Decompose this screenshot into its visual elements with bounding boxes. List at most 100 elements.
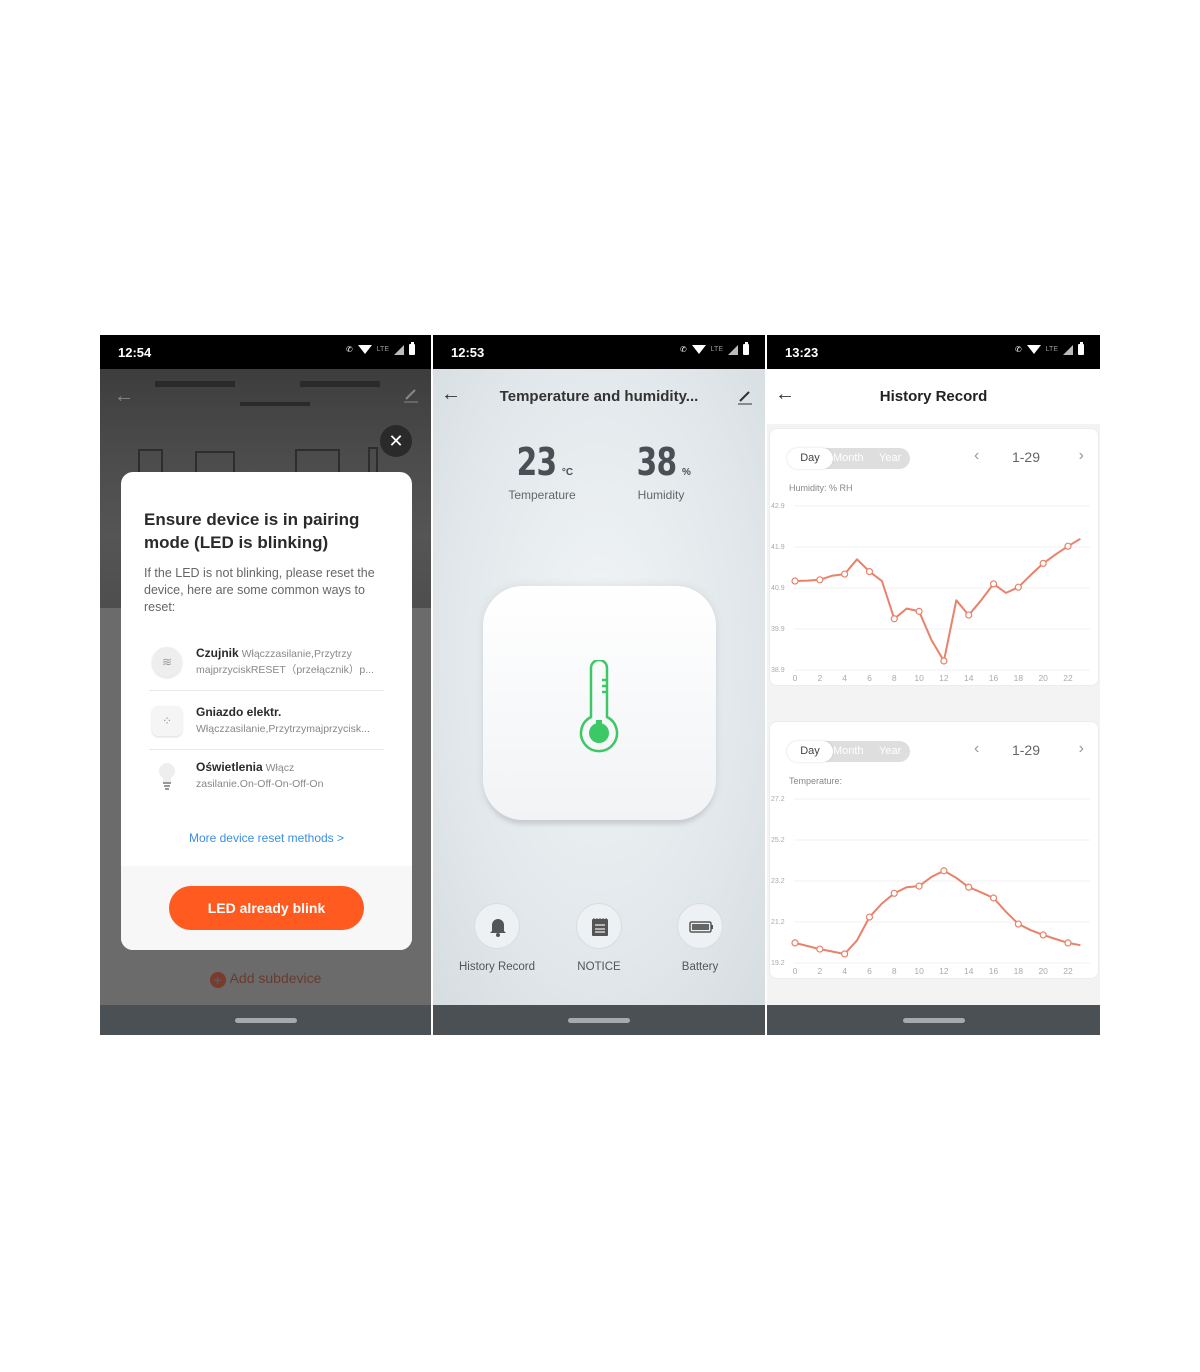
series-line xyxy=(794,537,1081,662)
data-point xyxy=(865,913,874,921)
x-tick-label: 10 xyxy=(914,673,924,683)
x-tick-label: 4 xyxy=(842,966,847,976)
temperature-unit: °C xyxy=(561,467,574,478)
data-point xyxy=(791,939,799,947)
signal-icon xyxy=(728,344,738,355)
x-tick-label: 20 xyxy=(1038,673,1048,683)
battery-button[interactable]: Battery xyxy=(655,903,745,973)
action-label: History Record xyxy=(458,961,536,973)
sensor-icon: ≋ xyxy=(152,647,182,677)
x-tick-label: 8 xyxy=(892,673,897,683)
data-point xyxy=(865,568,874,576)
method-name: Gniazdo elektr. xyxy=(196,705,282,719)
temperature-chart-card: Day Month Year ‹ 1-29 › Temperature: 27.… xyxy=(769,721,1099,979)
close-icon: ✕ xyxy=(388,431,404,451)
edit-icon[interactable] xyxy=(737,389,753,405)
signal-icon xyxy=(1063,344,1073,355)
data-point xyxy=(915,882,923,890)
status-time: 13:23 xyxy=(785,345,819,360)
data-point xyxy=(816,945,824,953)
volte-call-icon: ✆ xyxy=(345,345,353,354)
volte-call-icon: ✆ xyxy=(1014,345,1022,354)
wifi-icon xyxy=(357,345,372,354)
dialog-footer: LED already blink xyxy=(121,866,412,950)
lte-label: LTE xyxy=(710,346,723,353)
temperature-value: 23 xyxy=(516,440,557,484)
back-arrow-icon[interactable]: ← xyxy=(114,385,134,408)
history-record-button[interactable]: History Record xyxy=(452,903,542,973)
data-point xyxy=(841,570,849,578)
y-tick-label: 27.2 xyxy=(771,796,785,803)
battery-status-icon xyxy=(409,342,415,355)
home-gesture-handle[interactable] xyxy=(902,1018,965,1023)
x-tick-label: 16 xyxy=(989,673,999,683)
x-tick-label: 18 xyxy=(1014,966,1024,976)
pairing-screen: 12:54 ✆ LTE ← ✕ Ensure device is in pair… xyxy=(100,335,431,1035)
reset-method-light[interactable]: Oświetlenia Włącz zasilanie.On-Off-On-Of… xyxy=(149,750,384,805)
battery-status-icon xyxy=(1078,342,1084,355)
y-tick-label: 21.2 xyxy=(771,919,785,926)
home-gesture-handle[interactable] xyxy=(568,1018,630,1023)
method-text: Włącz xyxy=(265,762,295,774)
x-tick-label: 16 xyxy=(989,966,999,976)
humidity-reading: 38% Humidity xyxy=(606,440,716,502)
add-subdevice-button[interactable]: + Add subdevice xyxy=(100,970,431,988)
edit-icon[interactable] xyxy=(403,387,419,403)
back-arrow-icon[interactable]: ← xyxy=(775,383,795,406)
data-point xyxy=(965,883,973,891)
wifi-icon xyxy=(691,345,706,354)
data-point xyxy=(841,950,849,958)
data-point xyxy=(940,867,948,875)
close-modal-button[interactable]: ✕ xyxy=(380,425,412,457)
battery-icon xyxy=(689,921,713,933)
data-point xyxy=(989,580,998,588)
page-title: History Record xyxy=(879,388,988,405)
humidity-value: 38 xyxy=(636,440,677,484)
signal-icon xyxy=(394,344,404,355)
history-record-screen: 13:23 ✆ LTE ← History Record Day Month Y… xyxy=(767,335,1100,1035)
add-subdevice-label: Add subdevice xyxy=(229,970,322,986)
data-point xyxy=(890,615,898,623)
temperature-line-chart: 27.2 25.2 23.2 21.2 19.2 0 2 4 6 8 10 12 14 16 18 20 22 xyxy=(771,796,1090,976)
battery-status-icon xyxy=(743,342,749,355)
data-point xyxy=(989,894,998,902)
notice-button[interactable]: NOTICE xyxy=(554,903,644,973)
data-point xyxy=(965,611,973,619)
data-point xyxy=(1039,931,1047,939)
pairing-mode-dialog: Ensure device is in pairing mode (LED is… xyxy=(121,472,412,950)
status-bar: 13:23 ✆ LTE xyxy=(767,335,1100,369)
bulb-icon xyxy=(152,761,182,791)
x-tick-label: 22 xyxy=(1063,966,1073,976)
more-reset-methods-link[interactable]: More device reset methods > xyxy=(121,831,412,845)
x-tick-label: 12 xyxy=(939,673,949,683)
humidity-chart-card: Day Month Year ‹ 1-29 › Humidity: % RH 4… xyxy=(769,428,1099,686)
series-line xyxy=(794,869,1081,955)
device-illustration xyxy=(483,586,716,820)
x-tick-label: 12 xyxy=(939,966,949,976)
dialog-title: Ensure device is in pairing mode (LED is… xyxy=(144,510,360,552)
method-name: Oświetlenia xyxy=(196,760,263,774)
reset-method-sensor[interactable]: ≋ Czujnik Włączzasilanie,Przytrzy majprz… xyxy=(149,636,384,691)
home-gesture-handle[interactable] xyxy=(234,1018,297,1023)
back-arrow-icon[interactable]: ← xyxy=(441,383,461,406)
plus-icon: + xyxy=(209,972,226,988)
y-tick-label: 41.9 xyxy=(771,544,785,551)
reset-method-socket[interactable]: ⁘ Gniazdo elektr. Włączzasilanie,Przytrz… xyxy=(149,695,384,750)
x-tick-label: 20 xyxy=(1038,966,1048,976)
data-point xyxy=(816,576,824,584)
y-tick-label: 40.9 xyxy=(771,585,785,592)
action-label: NOTICE xyxy=(577,961,621,973)
dialog-description: If the LED is not blinking, please reset… xyxy=(144,566,375,614)
page-title: Temperature and humidity... xyxy=(499,388,699,405)
status-time: 12:54 xyxy=(118,345,152,360)
y-tick-label: 38.9 xyxy=(771,667,785,674)
led-already-blink-button[interactable]: LED already blink xyxy=(169,886,364,930)
y-tick-label: 42.9 xyxy=(771,503,785,510)
method-text: Włączzasilanie,Przytrzy xyxy=(241,648,352,660)
status-bar: 12:54 ✆ LTE xyxy=(100,335,431,369)
x-tick-label: 18 xyxy=(1014,673,1024,683)
y-tick-label: 19.2 xyxy=(771,960,785,967)
x-tick-label: 2 xyxy=(817,966,822,976)
x-tick-label: 14 xyxy=(964,673,974,683)
y-tick-label: 23.2 xyxy=(771,878,785,885)
